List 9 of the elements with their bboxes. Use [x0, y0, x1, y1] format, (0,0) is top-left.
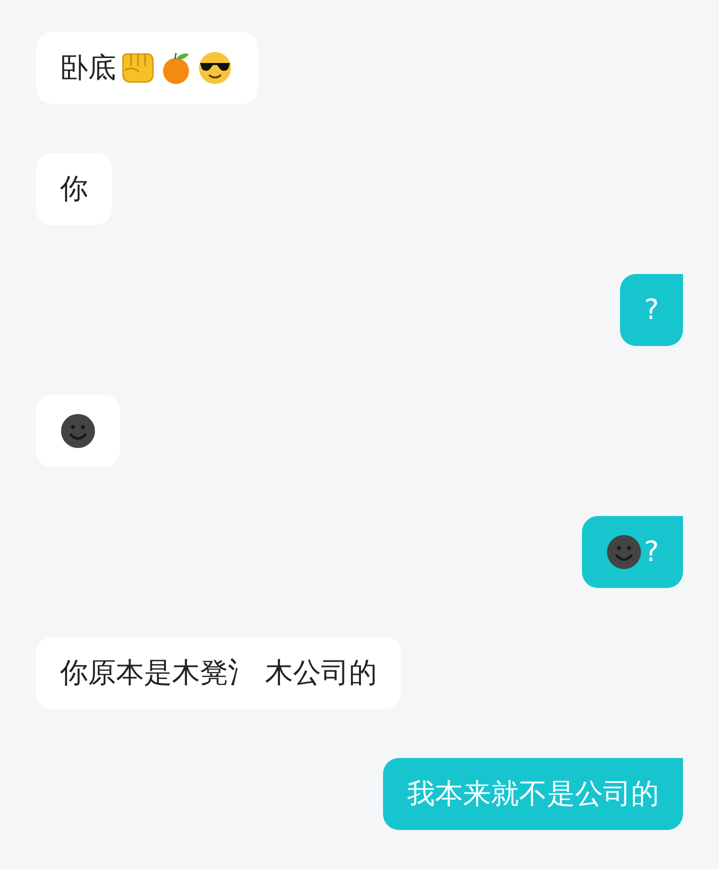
smiley-icon — [60, 413, 96, 449]
message-text: 你 — [60, 175, 88, 203]
cool-face-icon — [197, 50, 233, 86]
message-text: ? — [644, 296, 659, 324]
message-text: 卧底 — [60, 54, 116, 82]
message-text: 你原本是木凳氵 木公司的 — [60, 659, 377, 687]
message-text: 我本来就不是公司的 — [407, 780, 659, 808]
message-text: ? — [644, 538, 659, 566]
smiley-icon — [606, 534, 642, 570]
